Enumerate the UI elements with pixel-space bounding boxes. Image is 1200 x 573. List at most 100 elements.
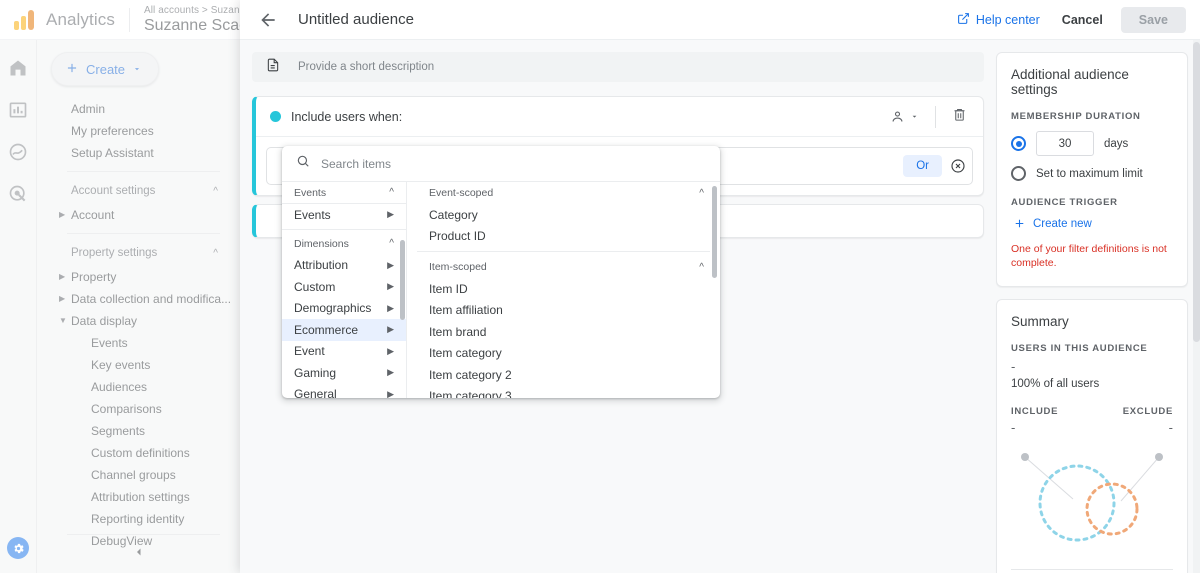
duration-radio-row[interactable]: 30 days [1011,131,1173,156]
close-circle-icon [950,158,966,174]
dropdown-search-row[interactable] [282,146,720,182]
dropdown-item-label: Event [294,344,325,358]
chevron-down-icon [910,112,919,121]
audience-trigger-label: AUDIENCE TRIGGER [1011,197,1173,208]
dropdown-item-attribution[interactable]: Attribution ▶ [282,255,406,277]
include-condition-card: Include users when: Or [252,96,984,196]
chevron-up-icon: ^ [699,188,704,199]
help-center-label: Help center [976,13,1040,27]
description-icon [266,58,280,77]
condition-scope-dot-icon [270,111,281,122]
validation-error-message: One of your filter definitions is not co… [1011,242,1173,270]
users-in-audience-label: USERS IN THIS AUDIENCE [1011,343,1173,354]
users-in-audience-value: - [1011,360,1173,374]
summary-divider [1011,569,1173,570]
trash-icon [952,107,967,122]
group-header-label: Event-scoped [429,187,493,199]
duration-radio[interactable] [1011,136,1026,151]
venn-diagram [1011,441,1173,561]
remove-filter-button[interactable] [950,158,966,174]
chevron-up-icon: ^ [389,238,394,249]
dropdown-item-category[interactable]: Category [407,204,720,226]
plus-icon [1013,217,1026,230]
condition-card-header: Include users when: [256,97,983,137]
settings-title: Additional audience settings [1011,67,1173,97]
create-new-label: Create new [1033,218,1092,230]
dropdown-item-item-category-3[interactable]: Item category 3 [407,386,720,399]
chevron-right-icon: ▶ [387,281,394,292]
dropdown-item-ecommerce[interactable]: Ecommerce ▶ [282,319,406,341]
group-header-dimensions[interactable]: Dimensions ^ [282,233,406,255]
dropdown-item-gaming[interactable]: Gaming ▶ [282,362,406,384]
exclude-value: - [1169,421,1173,435]
summary-card: Summary USERS IN THIS AUDIENCE - 100% of… [996,299,1188,573]
chevron-up-icon: ^ [699,262,704,273]
back-arrow-icon[interactable] [258,10,278,30]
dropdown-item-label: General [294,387,337,398]
duration-input[interactable]: 30 [1036,131,1094,156]
dropdown-item-custom[interactable]: Custom ▶ [282,276,406,298]
audience-settings-column: Additional audience settings MEMBERSHIP … [996,52,1188,573]
description-field[interactable]: Provide a short description [252,52,984,82]
dropdown-item-label: Custom [294,280,335,294]
additional-audience-settings-card: Additional audience settings MEMBERSHIP … [996,52,1188,287]
max-limit-radio[interactable] [1011,166,1026,181]
category-list-scrollbar[interactable] [400,240,405,320]
dropdown-item-item-affiliation[interactable]: Item affiliation [407,300,720,322]
field-list-scrollbar[interactable] [712,186,717,278]
dropdown-item-demographics[interactable]: Demographics ▶ [282,298,406,320]
search-input[interactable] [321,157,706,171]
group-header-events[interactable]: Events ^ [282,182,406,204]
app-root: Analytics All accounts > Suzanne Scacca … [0,0,1200,573]
help-center-link[interactable]: Help center [957,12,1040,28]
dropdown-item-item-category[interactable]: Item category [407,343,720,365]
dropdown-item-label: Ecommerce [294,323,358,337]
condition-title: Include users when: [291,110,882,124]
chevron-right-icon: ▶ [387,367,394,378]
dropdown-item-label: Demographics [294,301,371,315]
venn-diagram-graphic [1011,441,1175,559]
max-limit-label: Set to maximum limit [1036,168,1143,180]
dropdown-columns: Events ^ Events ▶ Dimensions [282,182,720,398]
panel-scroll-thumb[interactable] [1193,42,1200,342]
description-placeholder: Provide a short description [298,61,434,73]
dropdown-item-event[interactable]: Event ▶ [282,341,406,363]
or-button[interactable]: Or [903,155,942,177]
chevron-up-icon: ^ [389,187,394,198]
dropdown-item-events[interactable]: Events ▶ [282,204,406,226]
dropdown-field-list: Event-scoped ^ Category Product ID Item-… [407,182,720,398]
search-icon [296,154,310,173]
dropdown-item-item-id[interactable]: Item ID [407,278,720,300]
external-link-icon [957,12,970,28]
person-icon [890,109,905,124]
create-new-trigger-button[interactable]: Create new [1013,217,1173,230]
dropdown-item-product-id[interactable]: Product ID [407,226,720,248]
group-header-item-scoped[interactable]: Item-scoped ^ [407,256,720,278]
include-label: INCLUDE [1011,406,1058,417]
audience-builder-body: Provide a short description Include user… [240,40,1200,573]
group-header-label: Events [294,187,326,199]
chevron-right-icon: ▶ [387,260,394,271]
dropdown-item-general[interactable]: General ▶ [282,384,406,399]
chevron-right-icon: ▶ [387,303,394,314]
cancel-button[interactable]: Cancel [1062,13,1103,27]
delete-condition-button[interactable] [944,107,975,127]
dropdown-item-item-brand[interactable]: Item brand [407,321,720,343]
scope-selector-button[interactable] [882,109,927,124]
users-percentage: 100% of all users [1011,378,1173,390]
page-title[interactable]: Untitled audience [298,11,957,28]
dropdown-item-item-category-2[interactable]: Item category 2 [407,364,720,386]
item-picker-dropdown: Events ^ Events ▶ Dimensions [282,146,720,398]
save-button[interactable]: Save [1121,7,1186,33]
group-header-event-scoped[interactable]: Event-scoped ^ [407,182,720,204]
audience-builder-panel: Untitled audience Help center Cancel Sav… [240,0,1200,573]
exclude-label: EXCLUDE [1123,406,1173,417]
summary-title: Summary [1011,314,1173,329]
chevron-right-icon: ▶ [387,346,394,357]
dropdown-item-label: Events [294,208,331,222]
group-header-label: Item-scoped [429,261,487,273]
max-limit-radio-row[interactable]: Set to maximum limit [1011,166,1173,181]
chevron-right-icon: ▶ [387,389,394,398]
dropdown-category-list: Events ^ Events ▶ Dimensions [282,182,407,398]
duration-unit-label: days [1104,138,1128,150]
